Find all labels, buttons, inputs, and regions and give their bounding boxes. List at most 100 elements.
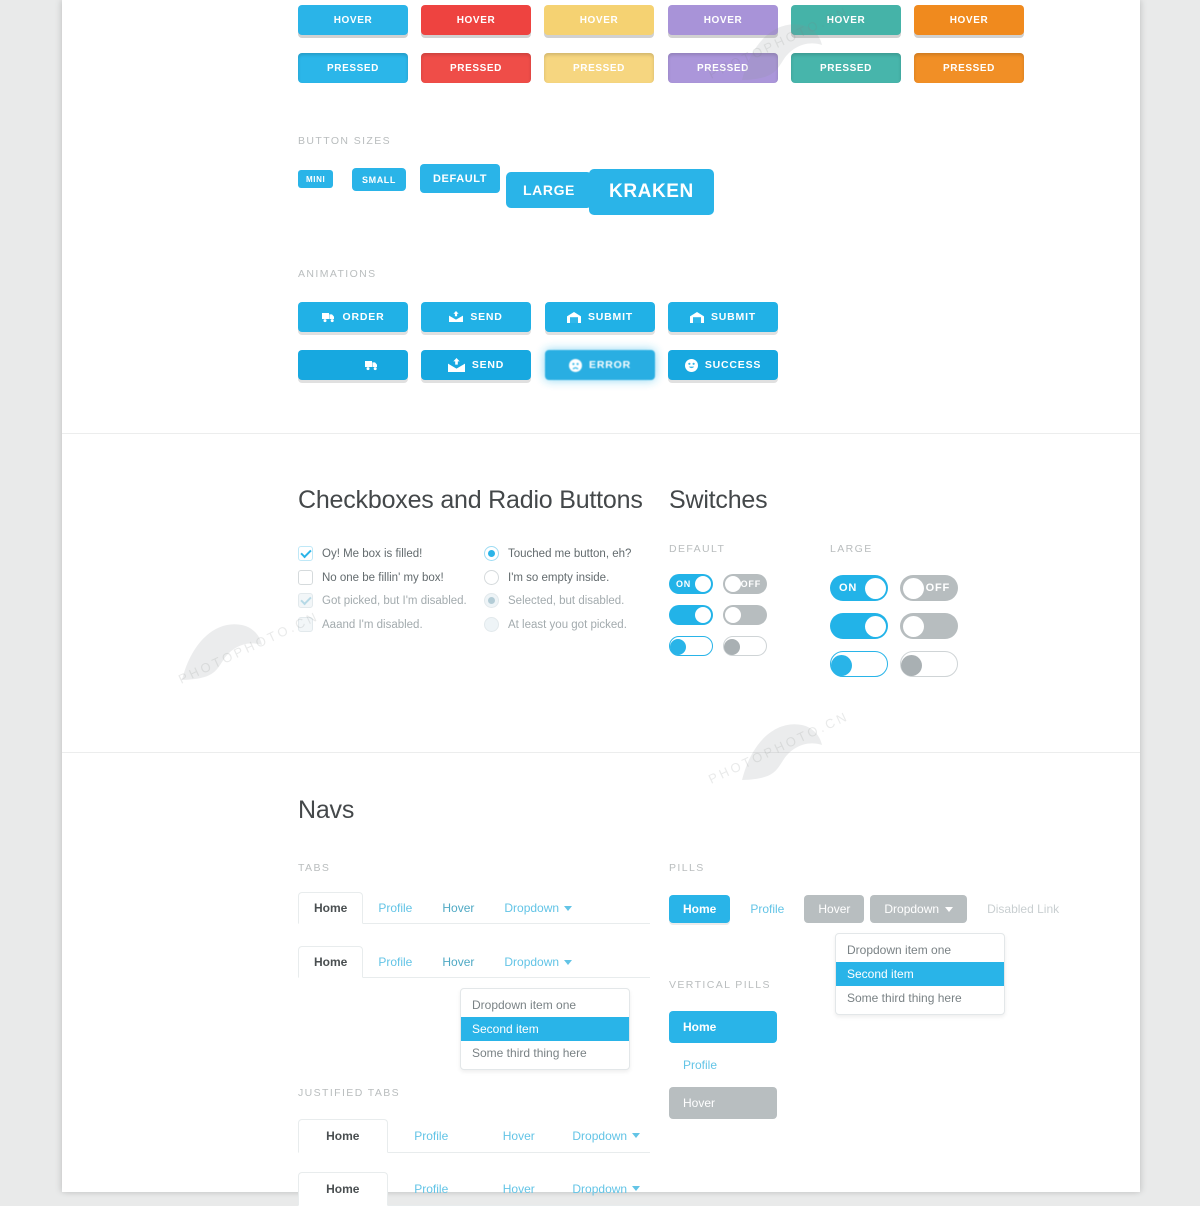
anim-button-label: SUCCESS xyxy=(704,359,762,371)
tab-hover[interactable]: Hover xyxy=(427,893,489,923)
switch-knob xyxy=(864,577,886,599)
tab-profile[interactable]: Profile xyxy=(363,893,427,923)
radio-empty-icon[interactable] xyxy=(484,570,499,585)
checkbox-label: Aaand I'm disabled. xyxy=(322,618,423,631)
size-button-kraken[interactable]: KRAKEN xyxy=(589,169,714,215)
chevron-down-icon xyxy=(564,905,573,911)
jtab-hover[interactable]: Hover xyxy=(475,1172,563,1205)
palette-button-red-pressed[interactable]: PRESSED xyxy=(421,53,531,83)
palette-button-yellow-hover[interactable]: HOVER xyxy=(544,5,654,35)
truck-icon xyxy=(321,312,336,323)
switch-large-outline-on[interactable] xyxy=(830,651,888,677)
jtab-home[interactable]: Home xyxy=(298,1172,388,1206)
tab-home[interactable]: Home xyxy=(298,892,364,924)
animations-heading: ANIMATIONS xyxy=(298,268,377,280)
switch-large-on-plain[interactable] xyxy=(830,613,888,639)
dropdown-item-three[interactable]: Some third thing here xyxy=(836,986,1004,1010)
switch-knob xyxy=(724,639,740,655)
jtab-profile[interactable]: Profile xyxy=(388,1172,476,1205)
tab-profile[interactable]: Profile xyxy=(363,947,427,977)
palette-button-purple-pressed[interactable]: PRESSED xyxy=(668,53,778,83)
dropdown-item-two[interactable]: Second item xyxy=(836,962,1004,986)
palette-button-red-hover[interactable]: HOVER xyxy=(421,5,531,35)
switch-default-outline-off[interactable] xyxy=(723,636,767,656)
radio-label: Touched me button, eh? xyxy=(508,547,632,560)
switch-on-label: ON xyxy=(676,579,692,589)
radio-checked-icon[interactable] xyxy=(484,546,499,561)
anim-button-send-1[interactable]: SEND xyxy=(421,302,531,332)
switch-large-on-labeled[interactable]: ON xyxy=(830,575,888,601)
radio-label: Selected, but disabled. xyxy=(508,594,625,607)
vertical-pill-hover[interactable]: Hover xyxy=(669,1087,777,1119)
switch-large-off-labeled[interactable]: OFF xyxy=(900,575,958,601)
jtab-home[interactable]: Home xyxy=(298,1119,388,1153)
switch-default-outline-on[interactable] xyxy=(669,636,713,656)
anim-button-send-2[interactable]: SEND xyxy=(421,350,531,380)
checkbox-row-2[interactable]: No one be fillin' my box! xyxy=(298,570,444,585)
anim-button-label: ORDER xyxy=(342,311,385,323)
envelope-open-icon xyxy=(566,311,581,323)
jtab-profile[interactable]: Profile xyxy=(388,1119,476,1152)
size-button-small[interactable]: SMALL xyxy=(352,168,406,191)
tabs-heading: TABS xyxy=(298,862,331,874)
switch-large-off-plain[interactable] xyxy=(900,613,958,639)
switch-default-on-plain[interactable] xyxy=(669,605,713,625)
size-button-large[interactable]: LARGE xyxy=(506,172,592,208)
pill-hover[interactable]: Hover xyxy=(804,895,865,923)
palette-button-purple-hover[interactable]: HOVER xyxy=(668,5,778,35)
switch-knob xyxy=(902,615,924,637)
tab-hover[interactable]: Hover xyxy=(427,947,489,977)
radio-row-1[interactable]: Touched me button, eh? xyxy=(484,546,631,561)
pill-profile[interactable]: Profile xyxy=(736,895,798,923)
palette-button-orange-pressed[interactable]: PRESSED xyxy=(914,53,1024,83)
switch-large-outline-off[interactable] xyxy=(900,651,958,677)
pills-nav: Home Profile Hover Dropdown Disabled Lin… xyxy=(669,895,1073,923)
switch-default-off-labeled[interactable]: OFF xyxy=(723,574,767,594)
palette-button-orange-hover[interactable]: HOVER xyxy=(914,5,1024,35)
anim-button-order-loading[interactable] xyxy=(298,350,408,380)
switch-knob xyxy=(725,607,741,623)
size-button-mini[interactable]: MINI xyxy=(298,170,334,188)
jtab-dropdown[interactable]: Dropdown xyxy=(563,1172,651,1205)
palette-button-teal-pressed[interactable]: PRESSED xyxy=(791,53,901,83)
jtab-hover[interactable]: Hover xyxy=(475,1119,563,1152)
tab-home[interactable]: Home xyxy=(298,946,364,978)
dropdown-item-one[interactable]: Dropdown item one xyxy=(836,938,1004,962)
tabs-nav-2: Home Profile Hover Dropdown xyxy=(298,946,650,978)
anim-button-success[interactable]: SUCCESS xyxy=(668,350,778,380)
tab-dropdown-open[interactable]: Dropdown xyxy=(489,947,587,977)
pill-dropdown[interactable]: Dropdown xyxy=(870,895,968,923)
dropdown-item-three[interactable]: Some third thing here xyxy=(461,1041,629,1065)
tabs-dropdown-menu: Dropdown item one Second item Some third… xyxy=(460,988,630,1070)
switch-default-on-labeled[interactable]: ON xyxy=(669,574,713,594)
palette-button-teal-hover[interactable]: HOVER xyxy=(791,5,901,35)
switch-knob xyxy=(695,607,711,623)
pill-home[interactable]: Home xyxy=(669,895,731,923)
checkbox-row-1[interactable]: Oy! Me box is filled! xyxy=(298,546,422,561)
switch-knob xyxy=(725,576,741,592)
navs-title: Navs xyxy=(298,796,355,824)
checkbox-empty-icon[interactable] xyxy=(298,570,313,585)
palette-button-blue-pressed[interactable]: PRESSED xyxy=(298,53,408,83)
anim-button-order[interactable]: ORDER xyxy=(298,302,408,332)
checkbox-checked-icon[interactable] xyxy=(298,546,313,561)
size-button-default[interactable]: DEFAULT xyxy=(420,164,501,193)
vertical-pill-profile[interactable]: Profile xyxy=(669,1049,777,1081)
anim-button-error[interactable]: ERROR xyxy=(545,350,655,380)
switch-default-off-plain[interactable] xyxy=(723,605,767,625)
dropdown-item-two[interactable]: Second item xyxy=(461,1017,629,1041)
dropdown-item-one[interactable]: Dropdown item one xyxy=(461,993,629,1017)
jtab-dropdown-label: Dropdown xyxy=(572,1128,628,1143)
radio-row-2[interactable]: I'm so empty inside. xyxy=(484,570,609,585)
truck-icon xyxy=(365,360,379,371)
vertical-pill-home[interactable]: Home xyxy=(669,1011,777,1043)
palette-button-blue-hover[interactable]: HOVER xyxy=(298,5,408,35)
tab-dropdown[interactable]: Dropdown xyxy=(489,893,587,923)
checkboxes-title: Checkboxes and Radio Buttons xyxy=(298,486,643,514)
switch-knob xyxy=(831,654,852,676)
jtab-dropdown[interactable]: Dropdown xyxy=(563,1119,651,1152)
palette-button-yellow-pressed[interactable]: PRESSED xyxy=(544,53,654,83)
anim-button-submit-2[interactable]: SUBMIT xyxy=(668,302,778,332)
checkbox-row-4: Aaand I'm disabled. xyxy=(298,617,423,632)
anim-button-submit-1[interactable]: SUBMIT xyxy=(545,302,655,332)
